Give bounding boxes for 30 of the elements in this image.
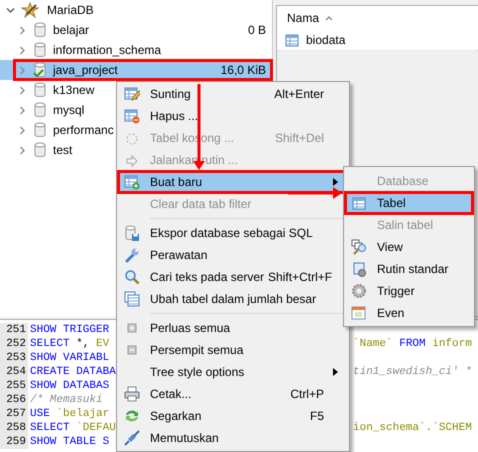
database-name: belajar: [53, 23, 90, 37]
code-line: SHOW VARIABL: [29, 351, 110, 365]
database-name: information_schema: [53, 43, 162, 57]
database-name: performanc: [53, 123, 114, 137]
database-name: k13new: [53, 83, 94, 97]
line-number: 255: [0, 379, 28, 393]
line-number: 257: [0, 407, 28, 421]
code-line: tin1_swedish_ci' *: [353, 365, 473, 379]
database-name: test: [53, 143, 72, 157]
code-line: SHOW TABLE S: [29, 435, 110, 449]
code-line: SELECT `DEFAU: [29, 421, 117, 435]
line-number: 259: [0, 435, 28, 449]
code-line: SHOW DATABAS: [29, 379, 110, 393]
line-number: 252: [0, 337, 28, 351]
line-number: 258: [0, 421, 28, 435]
code-line: `Name` FROM inform: [353, 337, 473, 351]
code-line: SELECT *, EV: [29, 337, 110, 351]
database-size: 16,0 KiB: [220, 63, 266, 77]
line-number: 256: [0, 393, 28, 407]
line-number: 253: [0, 351, 28, 365]
line-number: 251: [0, 323, 28, 337]
database-size: 0 B: [248, 23, 266, 37]
code-line: /* Memasuki: [29, 393, 104, 407]
database-name: mysql: [53, 103, 84, 117]
line-number: 254: [0, 365, 28, 379]
code-line: ion_schema`.`SCHEM: [353, 421, 473, 435]
code-line: CREATE DATABA: [29, 365, 117, 379]
code-line: USE `belajar: [29, 407, 110, 421]
code-line: SHOW TRIGGER: [29, 323, 110, 337]
database-name: java_project: [53, 63, 118, 77]
